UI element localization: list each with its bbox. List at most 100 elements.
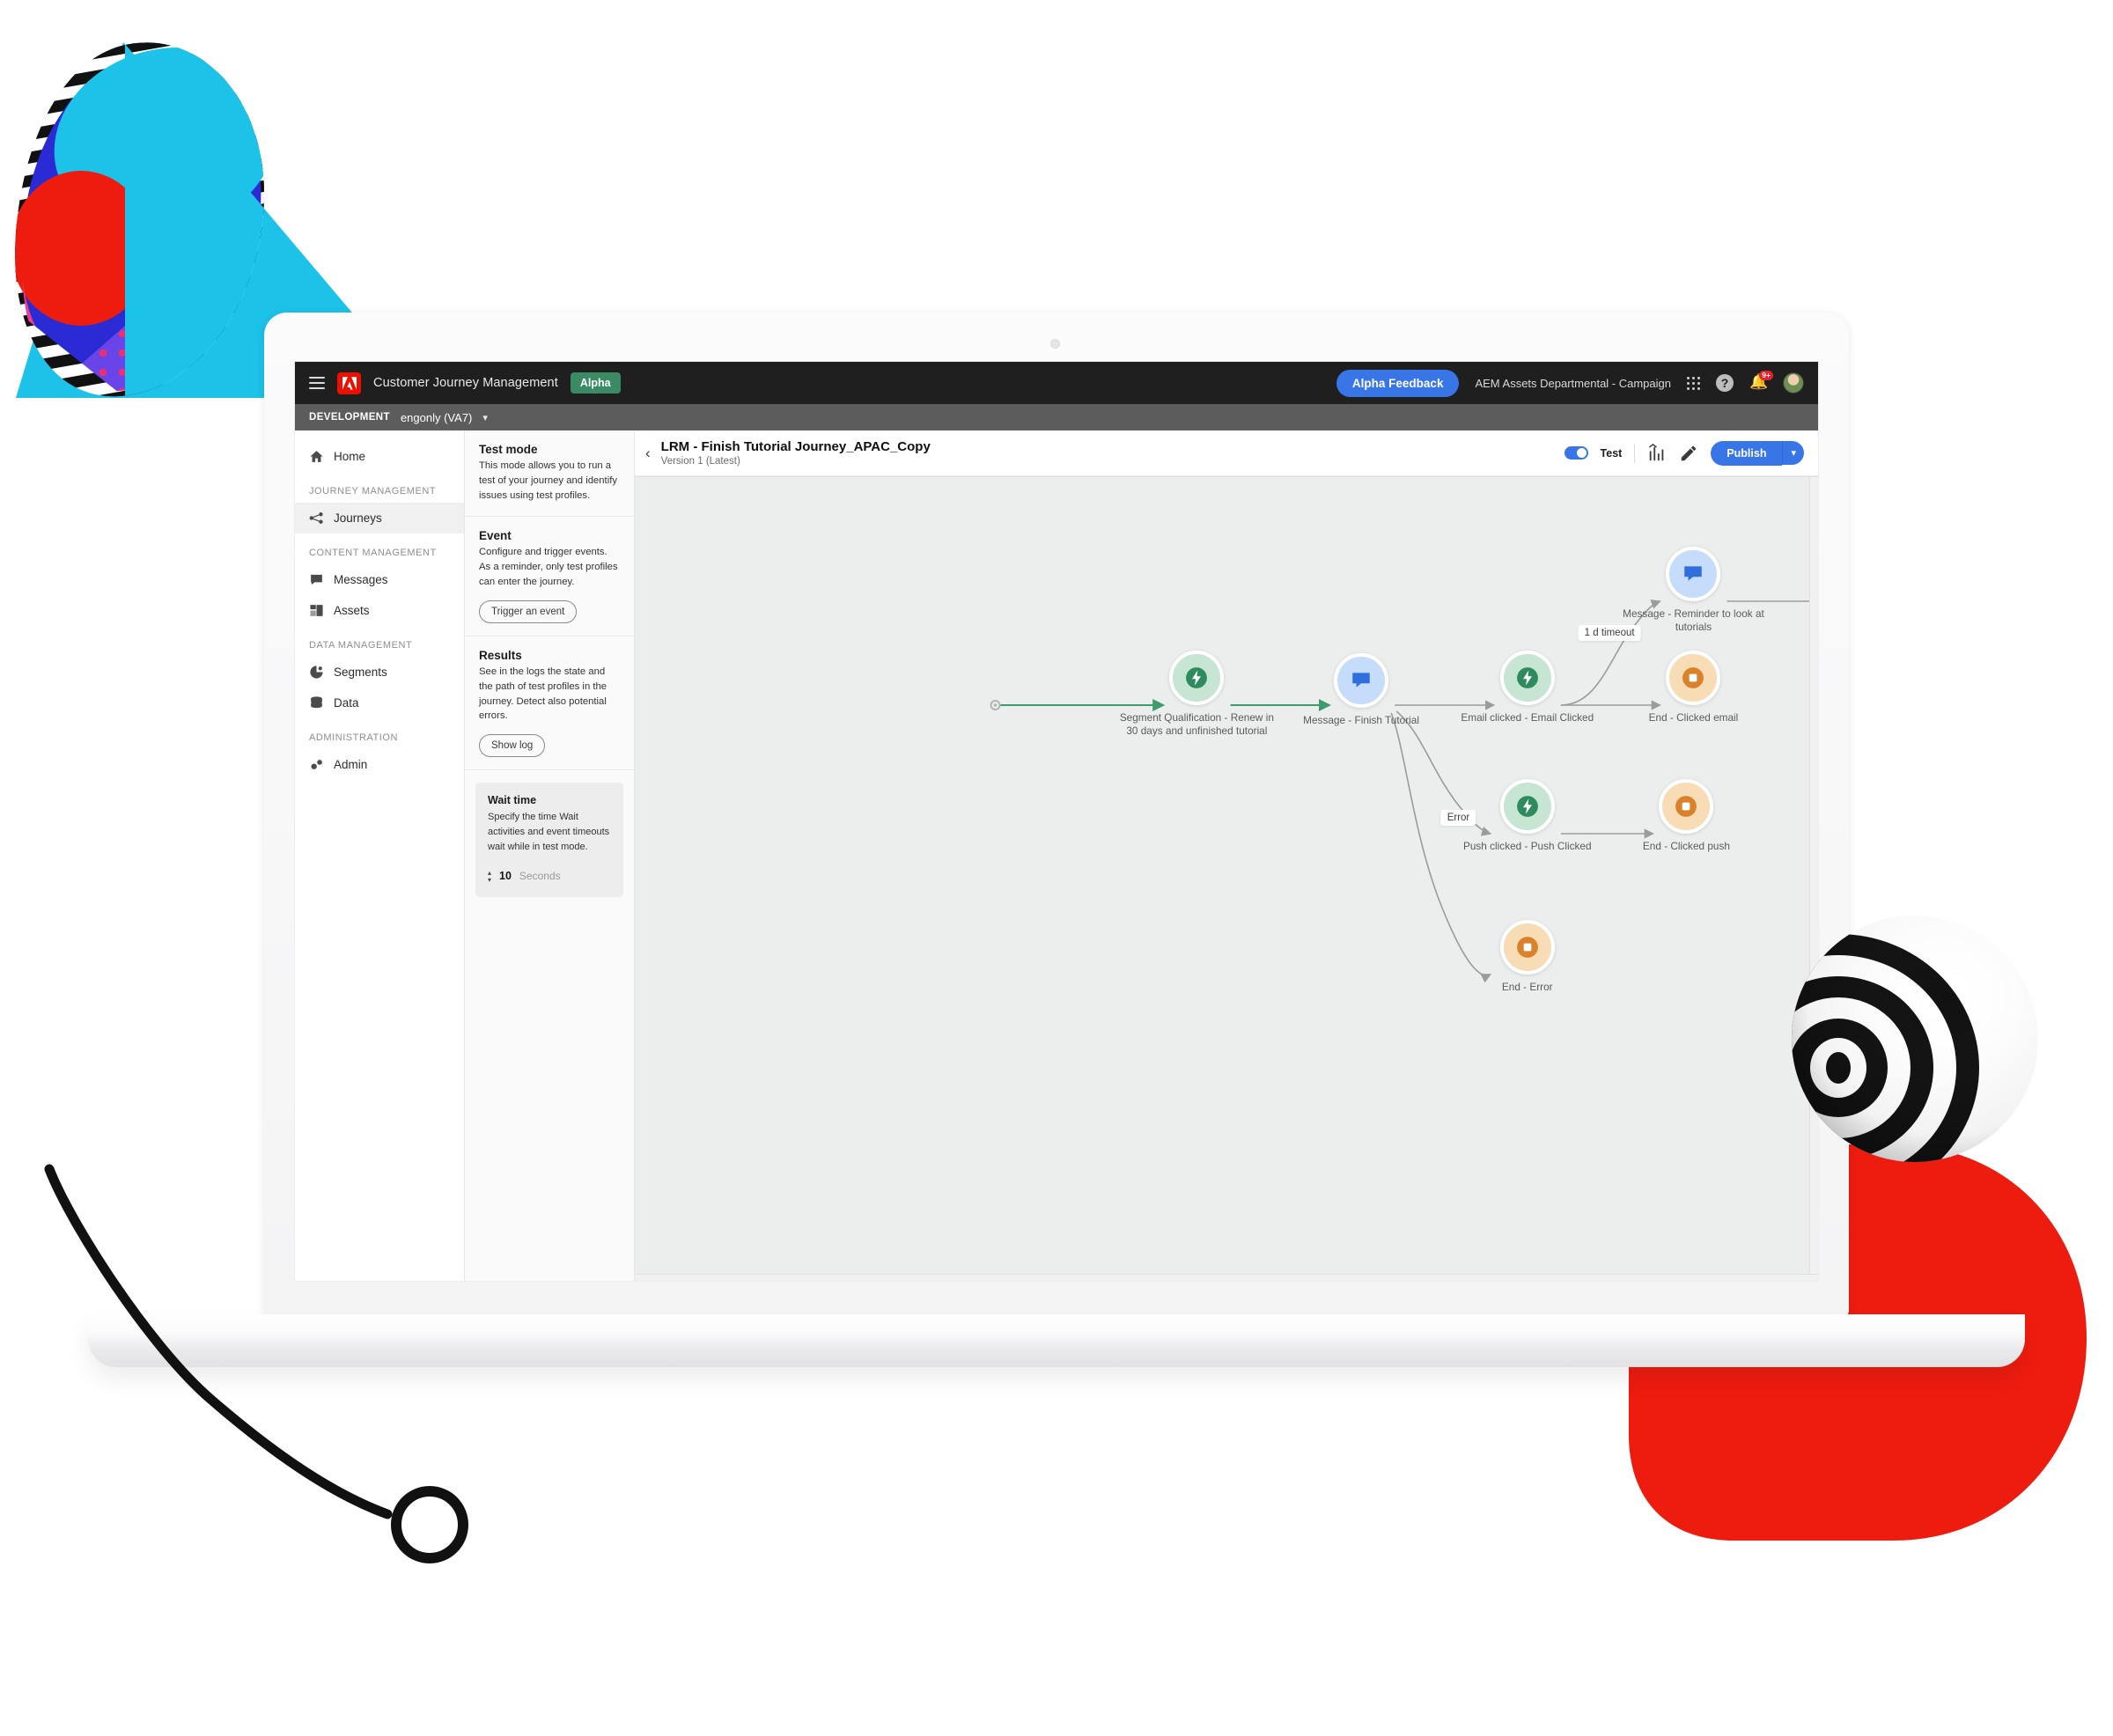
page-header-actions: Test Publish ▾	[1564, 440, 1804, 466]
journey-edge-label: Error	[1440, 810, 1476, 826]
show-log-button[interactable]: Show log	[479, 734, 546, 758]
page-header: ‹ LRM - Finish Tutorial Journey_APAC_Cop…	[635, 430, 1818, 476]
journey-node-endpush[interactable]	[1659, 779, 1714, 834]
journey-node-enderror[interactable]	[1499, 920, 1555, 975]
sidebar-item-label: Assets	[334, 604, 370, 617]
chevron-down-icon[interactable]: ▾	[482, 412, 488, 423]
nav-section-header: DATA MANAGEMENT	[309, 640, 413, 651]
help-circle-icon[interactable]: ?	[1716, 374, 1734, 392]
end-stop-icon	[1675, 795, 1697, 818]
home-icon	[309, 449, 324, 464]
app-grid-icon[interactable]	[1687, 376, 1700, 390]
wait-time-stepper[interactable]: ▴ ▾ 10 Seconds	[488, 869, 611, 883]
message-icon	[309, 572, 324, 587]
data-icon	[309, 695, 324, 710]
sidebar-item-segments[interactable]: Segments	[295, 657, 464, 688]
sidebar-item-label: Journeys	[334, 511, 382, 525]
journey-node-label: Push clicked - Push Clicked	[1462, 840, 1592, 852]
avatar[interactable]	[1783, 372, 1804, 394]
results-section: Results See in the logs the state and th…	[465, 636, 634, 771]
journey-node-label: End - Clicked email	[1648, 711, 1739, 724]
sidebar-item-data[interactable]: Data	[295, 688, 464, 718]
wait-time-card: Wait time Specify the time Wait activiti…	[475, 783, 623, 897]
horizontal-scrollbar[interactable]	[635, 1274, 1818, 1281]
wait-time-unit: Seconds	[519, 870, 561, 883]
end-stop-icon	[1516, 936, 1539, 959]
assets-icon	[309, 603, 324, 618]
publish-group: Publish ▾	[1711, 440, 1804, 466]
journey-node-label: End - Clicked push	[1642, 840, 1730, 852]
message-bubble-icon	[1682, 563, 1704, 585]
alpha-badge: Alpha	[570, 372, 621, 394]
journey-node-emailclk[interactable]	[1499, 651, 1555, 705]
sidebar-item-label: Messages	[334, 573, 388, 586]
pencil-icon[interactable]	[1679, 444, 1698, 463]
segments-icon	[309, 665, 324, 680]
page-subtitle: Version 1 (Latest)	[660, 456, 740, 467]
journey-node-label: End - Error	[1501, 981, 1553, 993]
main-content: ‹ LRM - Finish Tutorial Journey_APAC_Cop…	[635, 430, 1818, 1281]
publish-button[interactable]: Publish	[1711, 440, 1783, 466]
alpha-feedback-button[interactable]: Alpha Feedback	[1336, 369, 1460, 397]
environment-label: DEVELOPMENT	[309, 412, 390, 423]
page-title: LRM - Finish Tutorial Journey_APAC_Copy	[660, 439, 931, 454]
journey-nodes-layer: Segment Qualification - Renew in 30 days…	[635, 477, 1818, 1281]
test-mode-text: This mode allows you to run a test of yo…	[479, 460, 617, 501]
org-name[interactable]: AEM Assets Departmental - Campaign	[1475, 377, 1671, 390]
bell-icon[interactable]: 🔔 9+	[1749, 370, 1773, 393]
wait-time-value: 10	[499, 870, 512, 883]
wait-time-title: Wait time	[488, 794, 537, 807]
sidebar-item-label: Home	[334, 450, 366, 463]
divider	[1634, 443, 1636, 463]
trigger-an-event-button[interactable]: Trigger an event	[479, 600, 578, 623]
journey-node-message[interactable]	[1334, 653, 1389, 708]
results-text: See in the logs the state and the path o…	[479, 666, 607, 722]
app-topbar: Customer Journey Management Alpha Alpha …	[295, 362, 1818, 404]
journey-node-label: Segment Qualification - Renew in 30 days…	[1119, 711, 1274, 738]
journey-node-label: Message - Finish Tutorial	[1303, 714, 1419, 726]
test-mode-toggle[interactable]	[1564, 446, 1588, 460]
journey-node-segment[interactable]	[1169, 651, 1225, 705]
page-root: Customer Journey Management Alpha Alpha …	[0, 0, 2113, 1736]
laptop-base	[88, 1314, 2025, 1367]
journey-node-pushclk[interactable]	[1499, 779, 1555, 834]
wait-time-text: Specify the time Wait activities and eve…	[488, 812, 610, 853]
app-title: Customer Journey Management	[373, 376, 558, 390]
laptop-mockup: Customer Journey Management Alpha Alpha …	[88, 313, 2025, 1367]
nav-section-header: CONTENT MANAGEMENT	[309, 548, 437, 558]
journey-node-label: Email clicked - Email Clicked	[1461, 711, 1594, 724]
nav-section-header: JOURNEY MANAGEMENT	[309, 486, 437, 497]
stepper-arrows-icon[interactable]: ▴ ▾	[488, 869, 491, 883]
adobe-logo-icon	[337, 371, 361, 394]
sidebar-item-journeys[interactable]: Journeys	[295, 503, 464, 533]
sidebar-item-assets[interactable]: Assets	[295, 595, 464, 626]
environment-value[interactable]: engonly (VA7)	[401, 411, 472, 424]
results-title: Results	[479, 648, 522, 662]
laptop-screen: Customer Journey Management Alpha Alpha …	[294, 361, 1819, 1282]
journey-node-endemail[interactable]	[1666, 651, 1721, 705]
sidebar-item-label: Admin	[334, 758, 368, 771]
test-toggle-label: Test	[1600, 446, 1623, 460]
admin-gear-icon	[309, 757, 324, 772]
chevron-left-icon[interactable]: ‹	[645, 445, 651, 462]
app-body: Home JOURNEY MANAGEMENT Journeys CONTENT MA…	[295, 430, 1818, 1281]
sidebar-item-messages[interactable]: Messages	[295, 564, 464, 595]
chart-report-icon[interactable]	[1647, 443, 1667, 463]
sidebar-item-admin[interactable]: Admin	[295, 749, 464, 780]
journey-node-reminder[interactable]	[1666, 547, 1721, 601]
test-mode-title: Test mode	[479, 443, 538, 456]
journey-edge-label: 1 d timeout	[1578, 625, 1641, 641]
publish-chevron-down-icon[interactable]: ▾	[1782, 441, 1804, 465]
journey-canvas[interactable]: Segment Qualification - Renew in 30 days…	[635, 476, 1818, 1281]
end-stop-icon	[1682, 666, 1704, 689]
environment-bar: DEVELOPMENT engonly (VA7) ▾	[295, 404, 1818, 430]
event-title: Event	[479, 528, 512, 542]
event-bolt-icon	[1185, 666, 1208, 689]
hamburger-icon[interactable]	[309, 377, 325, 389]
vertical-scrollbar[interactable]	[1809, 477, 1818, 1281]
test-mode-section: Test mode This mode allows you to run a …	[465, 430, 634, 517]
notification-badge: 9+	[1759, 370, 1773, 380]
sidebar-item-home[interactable]: Home	[295, 441, 464, 472]
event-bolt-icon	[1516, 666, 1539, 689]
journeys-icon	[309, 511, 324, 526]
